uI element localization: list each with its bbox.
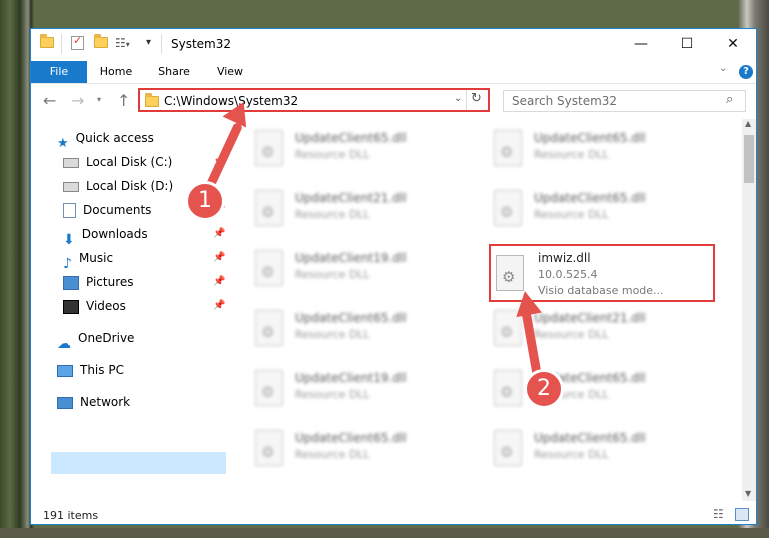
up-icon[interactable]: ↑ [117,91,130,110]
list-item[interactable]: UpdateClient65.dll Resource DLL [488,364,703,422]
details-view-icon[interactable]: ☷ [713,507,724,521]
forward-icon[interactable]: → [71,91,84,110]
dll-file-icon [494,190,522,226]
scroll-up-icon[interactable]: ▲ [745,119,751,128]
search-placeholder: Search System32 [512,94,618,108]
dll-file-icon [255,370,283,406]
title-bar: ✓ ☷▾ ▾ System32 — ☐ ✕ [31,29,756,61]
network-icon [57,396,73,409]
large-icons-view-icon[interactable] [735,508,749,521]
music-icon: ♪ [63,255,72,272]
list-item[interactable]: UpdateClient65.dll Resource DLL [488,424,703,482]
help-icon[interactable]: ? [739,65,753,79]
explorer-window: ✓ ☷▾ ▾ System32 — ☐ ✕ File Home Share Vi… [30,28,757,525]
search-input[interactable]: Search System32 ⌕ [503,90,746,112]
address-bar[interactable]: C:\Windows\System32 ⌄ ↻ [138,88,490,112]
documents-icon [63,203,76,218]
sidebar-item-quick-access[interactable]: ★ Quick access [57,127,154,151]
item-count: 191 items [43,509,99,522]
window-title: System32 [171,37,232,51]
refresh-icon[interactable]: ↻ [471,91,482,106]
tab-home[interactable]: Home [93,61,139,83]
selected-highlight [51,452,226,474]
navigation-pane: ★Quick access Local Disk (C:) 📌 Local Di… [31,123,226,503]
sidebar-item-downloads[interactable]: ⬇ Downloads [63,223,148,248]
drive-icon [63,181,79,192]
dll-file-icon [255,430,283,466]
dll-file-icon [255,190,283,226]
dll-file-icon [494,430,522,466]
view-options-icon[interactable]: ☷▾ [115,36,130,52]
sidebar-item-local-disk-d[interactable]: Local Disk (D:) [63,175,173,197]
file-name: imwiz.dll [538,251,591,265]
dll-file-icon [496,255,524,291]
videos-icon [63,299,79,314]
tab-file[interactable]: File [31,61,87,83]
customize-toolbar-icon[interactable]: ▾ [146,37,151,53]
status-bar: 191 items ☷ [31,505,756,525]
drive-icon [63,157,79,168]
sidebar-item-pictures[interactable]: Pictures [63,271,134,293]
recent-locations-icon[interactable]: ▾ [97,95,101,104]
list-item[interactable]: UpdateClient19.dll Resource DLL [249,364,464,422]
file-version: 10.0.525.4 [538,268,598,281]
scroll-thumb[interactable] [744,135,754,183]
tab-view[interactable]: View [209,61,251,83]
sidebar-item-local-disk-c[interactable]: Local Disk (C:) [63,151,172,173]
file-list: UpdateClient65.dll Resource DLL UpdateCl… [227,119,742,499]
dll-file-icon [494,130,522,166]
list-item[interactable]: UpdateClient21.dll Resource DLL [249,184,464,242]
sidebar-item-onedrive[interactable]: ☁ OneDrive [57,327,134,352]
desktop-wallpaper-bottom [0,528,769,538]
sidebar-item-this-pc[interactable]: This PC [57,359,124,381]
sidebar-item-documents[interactable]: Documents [63,199,151,221]
vertical-scrollbar[interactable]: ▲ ▼ [742,119,756,501]
annotation-badge-2: 2 [524,369,564,409]
pin-icon[interactable]: 📌 [213,300,225,311]
back-icon[interactable]: ← [43,91,56,110]
pc-icon [57,364,73,377]
pin-icon[interactable]: 📌 [213,276,225,287]
pin-icon[interactable]: 📌 [213,252,225,263]
ribbon-tabs: File Home Share View ⌄ ? [31,61,756,84]
tab-share[interactable]: Share [151,61,197,83]
dll-file-icon [255,310,283,346]
search-icon[interactable]: ⌕ [726,92,733,107]
sidebar-item-videos[interactable]: Videos [63,295,126,317]
annotation-arrowhead-2 [512,288,542,318]
annotation-badge-1: 1 [185,181,225,221]
close-button[interactable]: ✕ [710,29,756,59]
scroll-down-icon[interactable]: ▼ [745,489,751,498]
maximize-button[interactable]: ☐ [664,29,710,59]
address-row: ← → ▾ ↑ C:\Windows\System32 ⌄ ↻ Search S… [31,85,756,117]
star-icon: ★ [57,135,69,151]
file-description: Visio database mode... [538,284,664,297]
properties-icon[interactable]: ✓ [71,34,84,50]
pin-icon[interactable]: 📌 [213,228,225,239]
downloads-icon: ⬇ [63,231,75,248]
sidebar-item-music[interactable]: ♪ Music [63,247,113,272]
new-folder-icon[interactable] [94,34,108,53]
list-item[interactable]: UpdateClient65.dll Resource DLL [249,124,464,182]
sidebar-item-network[interactable]: Network [57,391,130,413]
dll-file-icon [255,250,283,286]
dll-file-icon [255,130,283,166]
minimize-button[interactable]: — [618,29,664,59]
pictures-icon [63,275,79,290]
list-item[interactable]: UpdateClient65.dll Resource DLL [249,304,464,362]
onedrive-icon: ☁ [57,335,71,352]
address-dropdown-icon[interactable]: ⌄ [454,93,462,104]
folder-icon [145,93,159,107]
list-item[interactable]: UpdateClient65.dll Resource DLL [488,124,703,182]
folder-icon [40,34,54,53]
expand-ribbon-icon[interactable]: ⌄ [719,63,727,74]
dll-file-icon [494,370,522,406]
list-item[interactable]: UpdateClient65.dll Resource DLL [249,424,464,482]
list-item[interactable]: UpdateClient65.dll Resource DLL [488,184,703,242]
list-item[interactable]: UpdateClient19.dll Resource DLL [249,244,464,302]
